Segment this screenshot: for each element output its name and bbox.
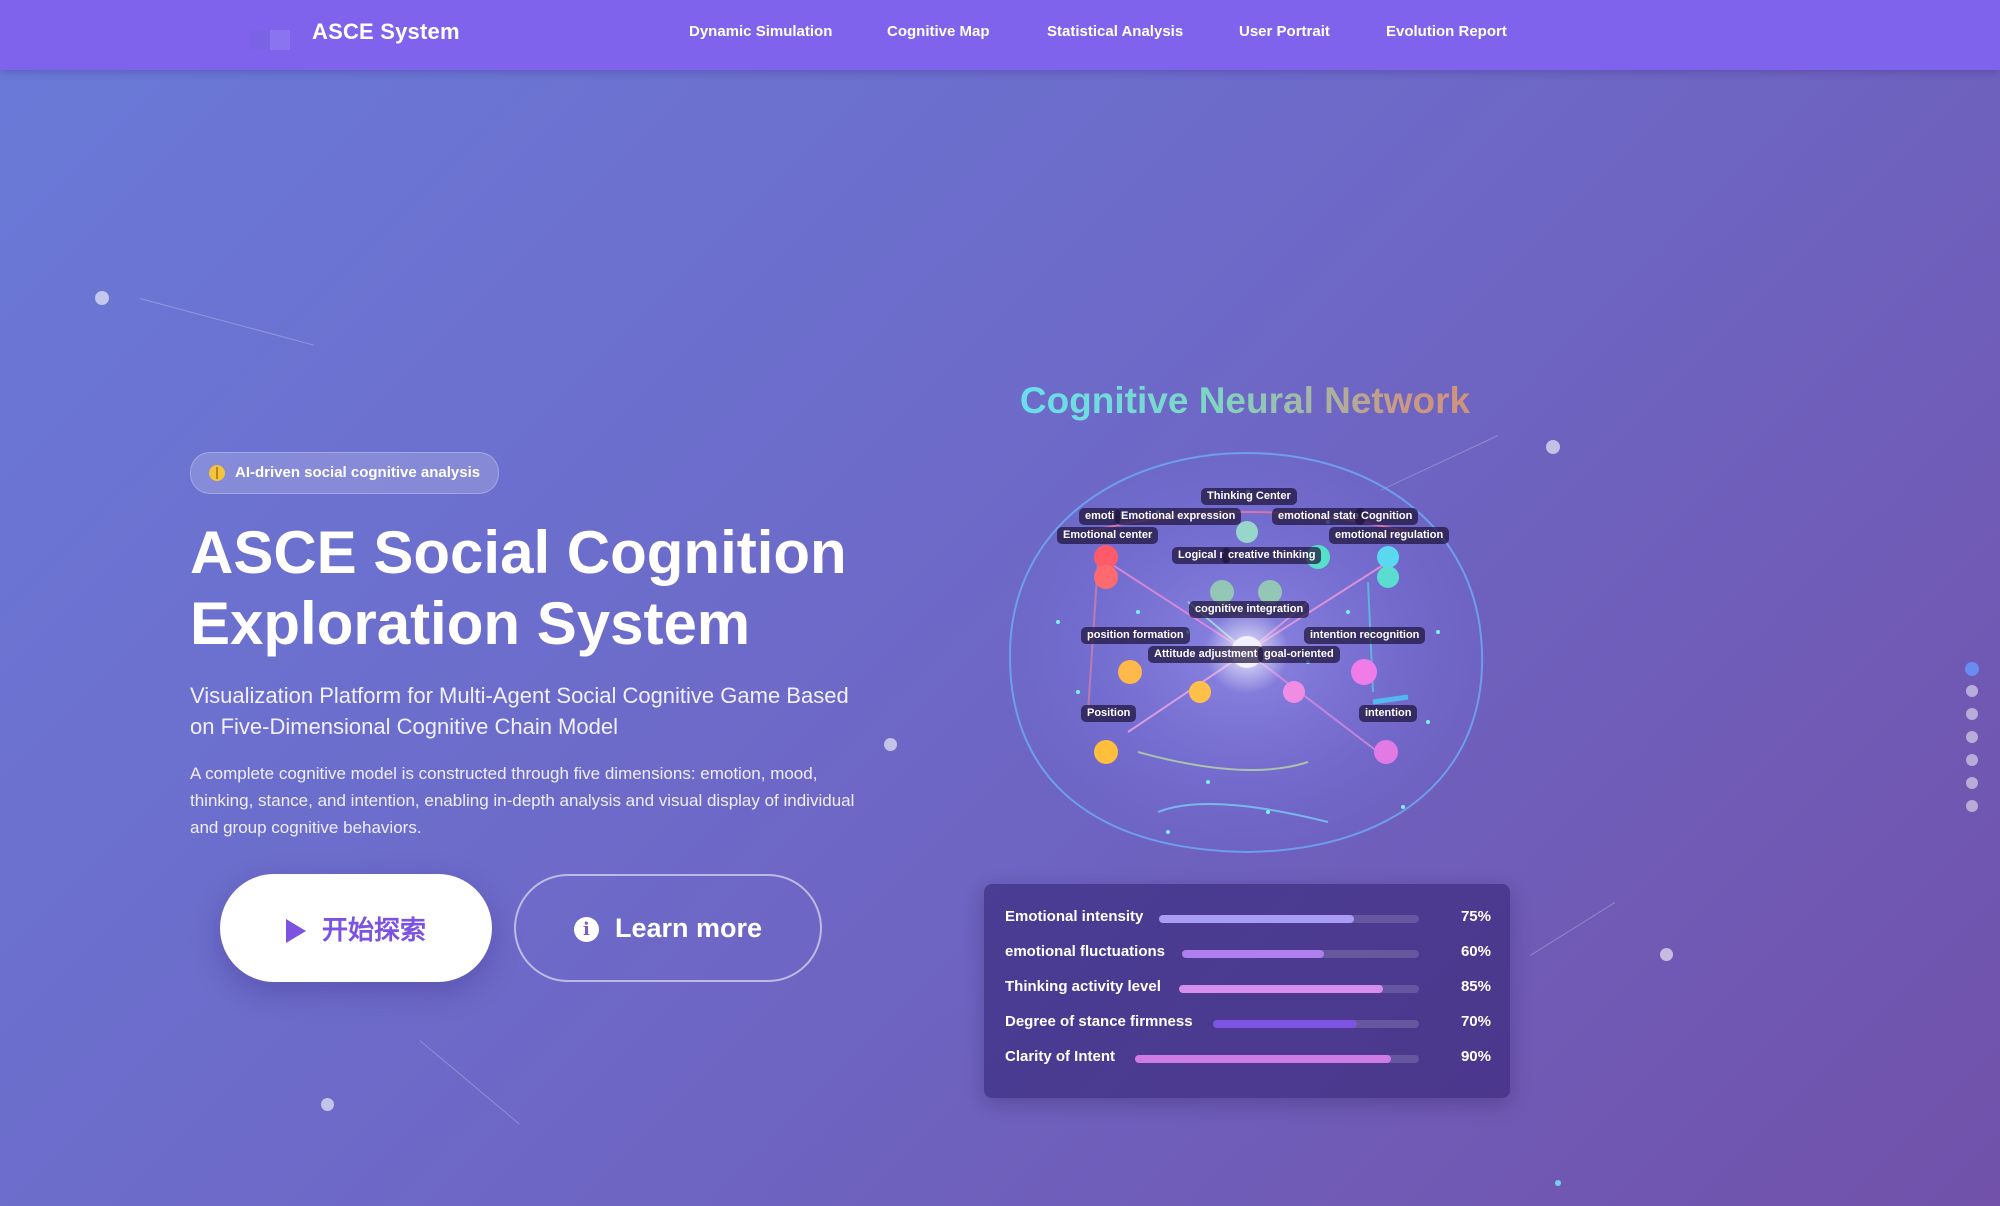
node-label-cognition: Cognition xyxy=(1355,508,1419,525)
node-label-emotional-state: emotional state xyxy=(1272,508,1365,525)
decorative-dot xyxy=(1546,440,1560,454)
node-label-emotional-regulation: emotional regulation xyxy=(1329,527,1450,544)
network-title: Cognitive Neural Network xyxy=(940,380,1550,422)
nav-item-dynamic-simulation[interactable]: Dynamic Simulation xyxy=(689,23,832,40)
pager-dot[interactable] xyxy=(1966,800,1978,812)
metric-row: Thinking activity level 85% xyxy=(1005,978,1491,998)
learn-more-button[interactable]: i Learn more xyxy=(514,874,822,982)
node-label-attitude-adjustment: Attitude adjustment xyxy=(1148,646,1264,663)
node-label-position: Position xyxy=(1081,705,1137,722)
metric-label: Degree of stance firmness xyxy=(1005,1013,1193,1030)
node-label-creative-thinking: creative thinking xyxy=(1222,547,1322,564)
metric-value: 90% xyxy=(1460,1048,1491,1065)
pager-dot[interactable] xyxy=(1966,754,1978,766)
decorative-line xyxy=(1530,902,1616,956)
decorative-dot xyxy=(884,738,897,751)
metric-fill xyxy=(1213,1020,1358,1028)
feature-badge: AI-driven social cognitive analysis xyxy=(190,452,500,494)
metric-label: Emotional intensity xyxy=(1005,908,1144,925)
hero-subtitle: Visualization Platform for Multi-Agent S… xyxy=(190,683,849,739)
metric-label: Thinking activity level xyxy=(1005,978,1161,995)
pager-dot[interactable] xyxy=(1966,777,1978,789)
learn-more-label: Learn more xyxy=(614,912,763,943)
top-navigation-bar: ASCE System Dynamic Simulation Cognitive… xyxy=(0,0,2000,70)
node-label-intention-recognition: intention recognition xyxy=(1304,627,1426,644)
start-exploring-label: 开始探索 xyxy=(321,915,426,946)
metric-track xyxy=(1179,985,1419,993)
nav-item-statistical-analysis[interactable]: Statistical Analysis xyxy=(1047,23,1183,40)
main-nav: Dynamic Simulation Cognitive Map Statist… xyxy=(0,23,2000,47)
brain-icon xyxy=(209,465,225,481)
node-label-position-formation: position formation xyxy=(1081,627,1190,644)
info-icon: i xyxy=(573,916,599,942)
cognitive-metrics-panel: Emotional intensity 75% emotional fluctu… xyxy=(984,884,1510,1098)
metric-fill xyxy=(1135,1055,1391,1063)
node-label-goal-oriented: goal-oriented xyxy=(1258,646,1340,663)
metric-row: Clarity of Intent 90% xyxy=(1005,1048,1491,1068)
decorative-line xyxy=(139,298,314,346)
decorative-dot xyxy=(321,1098,334,1111)
decorative-dot xyxy=(1660,948,1673,961)
badge-label: AI-driven social cognitive analysis xyxy=(235,464,481,481)
node-label-emotional-center: Emotional center xyxy=(1057,527,1159,544)
metric-value: 85% xyxy=(1460,978,1491,995)
metric-fill xyxy=(1159,915,1354,923)
metric-fill xyxy=(1179,985,1383,993)
metric-track xyxy=(1135,1055,1419,1063)
start-exploring-button[interactable]: 开始探索 xyxy=(220,874,492,982)
metric-row: Degree of stance firmness 70% xyxy=(1005,1013,1491,1033)
metric-fill xyxy=(1182,950,1325,958)
decorative-dot xyxy=(95,291,109,305)
nav-item-evolution-report[interactable]: Evolution Report xyxy=(1386,23,1507,40)
node-label-intention: intention xyxy=(1359,705,1418,722)
metric-row: Emotional intensity 75% xyxy=(1005,908,1491,928)
metric-track xyxy=(1213,1020,1419,1028)
metric-track xyxy=(1159,915,1419,923)
node-label-cognitive-integration: cognitive integration xyxy=(1189,601,1310,618)
play-icon xyxy=(285,919,306,943)
hero-title-line-2: Exploration System xyxy=(190,590,751,657)
cognitive-network-visual[interactable]: Thinking Center emoti Emotional expressi… xyxy=(1008,451,1486,854)
section-pager xyxy=(1965,662,1980,812)
hero-description: A complete cognitive model is constructe… xyxy=(190,764,855,837)
pager-dot[interactable] xyxy=(1966,731,1978,743)
pager-dot[interactable] xyxy=(1966,708,1978,720)
metric-track xyxy=(1182,950,1419,958)
metric-row: emotional fluctuations 60% xyxy=(1005,943,1491,963)
metric-label: emotional fluctuations xyxy=(1005,943,1166,960)
nav-item-user-portrait[interactable]: User Portrait xyxy=(1239,23,1330,40)
metric-label: Clarity of Intent xyxy=(1005,1048,1116,1065)
pager-dot[interactable] xyxy=(1966,685,1978,697)
metric-value: 60% xyxy=(1460,943,1491,960)
hero-title: ASCE Social Cognition Exploration System xyxy=(190,517,950,659)
node-label-thinking-center: Thinking Center xyxy=(1201,488,1297,505)
node-label-emotional-expression: Emotional expression xyxy=(1115,508,1242,525)
nav-item-cognitive-map[interactable]: Cognitive Map xyxy=(887,23,990,40)
decorative-line xyxy=(419,1040,520,1125)
decorative-dot xyxy=(1555,1180,1561,1186)
pager-dot[interactable] xyxy=(1965,662,1979,676)
hero-title-line-1: ASCE Social Cognition xyxy=(190,519,847,586)
metric-value: 70% xyxy=(1460,1013,1491,1030)
metric-value: 75% xyxy=(1460,908,1491,925)
